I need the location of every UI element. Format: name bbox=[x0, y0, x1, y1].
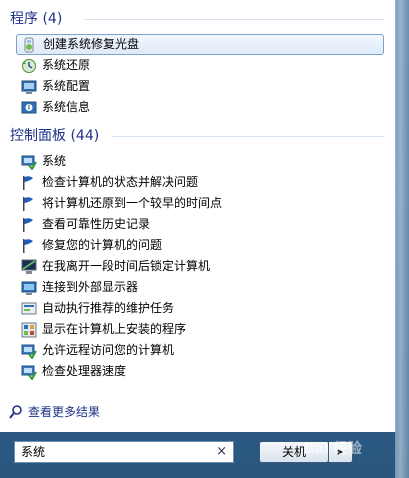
maintenance-icon bbox=[21, 301, 37, 317]
search-input[interactable]: 系统 × bbox=[14, 441, 234, 463]
cp-item-label: 检查处理器速度 bbox=[42, 364, 127, 378]
cp-item-system[interactable]: 系统 bbox=[16, 151, 384, 172]
display-icon bbox=[21, 280, 37, 296]
cp-item-processor-speed[interactable]: 检查处理器速度 bbox=[16, 361, 384, 382]
cp-item-external-display[interactable]: 连接到外部显示器 bbox=[16, 277, 384, 298]
flag-icon bbox=[21, 175, 37, 191]
clear-search-icon[interactable]: × bbox=[216, 442, 227, 462]
program-item-system-info[interactable]: 系统信息 bbox=[16, 97, 384, 118]
cp-item-reliability-history[interactable]: 查看可靠性历史记录 bbox=[16, 214, 384, 235]
cp-item-label: 连接到外部显示器 bbox=[42, 280, 139, 294]
cp-item-label: 在我离开一段时间后锁定计算机 bbox=[42, 259, 211, 273]
start-menu-results-panel: 程序 (4) 创建系统修复光盘 系统还原 系统配置 系统信息 控制面板 (44)… bbox=[0, 0, 396, 432]
cp-item-label: 检查计算机的状态并解决问题 bbox=[42, 175, 199, 189]
flag-icon bbox=[21, 217, 37, 233]
cp-item-label: 系统 bbox=[42, 154, 67, 168]
program-item-label: 创建系统修复光盘 bbox=[43, 37, 140, 51]
programs-icon bbox=[21, 322, 37, 338]
search-icon bbox=[8, 404, 24, 420]
programs-divider bbox=[84, 19, 385, 20]
search-value: 系统 bbox=[21, 445, 46, 459]
computer-check-icon bbox=[21, 364, 37, 381]
cp-item-label: 自动执行推荐的维护任务 bbox=[42, 301, 175, 315]
cp-item-label: 修复您的计算机的问题 bbox=[42, 238, 163, 252]
see-more-label: 查看更多结果 bbox=[28, 405, 101, 419]
control-panel-list: 系统 检查计算机的状态并解决问题 将计算机还原到一个较早的时间点 查看可靠性历史… bbox=[16, 151, 384, 382]
computer-check-icon bbox=[21, 154, 37, 171]
see-more-results-link[interactable]: 查看更多结果 bbox=[8, 404, 100, 420]
cp-item-remote-access[interactable]: 允许远程访问您的计算机 bbox=[16, 340, 384, 361]
program-item-label: 系统还原 bbox=[42, 58, 91, 72]
cp-item-maintenance[interactable]: 自动执行推荐的维护任务 bbox=[16, 298, 384, 319]
program-item-system-config[interactable]: 系统配置 bbox=[16, 76, 384, 97]
cp-item-installed-programs[interactable]: 显示在计算机上安装的程序 bbox=[16, 319, 384, 340]
program-item-repair-disc[interactable]: 创建系统修复光盘 bbox=[16, 34, 384, 55]
programs-header: 程序 (4) bbox=[10, 11, 63, 27]
cp-item-label: 查看可靠性历史记录 bbox=[42, 217, 151, 231]
program-item-label: 系统配置 bbox=[42, 79, 91, 93]
computer-check-icon bbox=[21, 343, 37, 360]
flag-icon bbox=[21, 238, 37, 254]
control-panel-header: 控制面板 (44) bbox=[10, 128, 100, 144]
cp-item-label: 显示在计算机上安装的程序 bbox=[42, 322, 187, 336]
window-frame-edge bbox=[395, 0, 409, 478]
programs-list: 创建系统修复光盘 系统还原 系统配置 系统信息 bbox=[16, 34, 384, 118]
system-config-icon bbox=[21, 79, 37, 95]
watermark-logo: Bai 经验 bbox=[304, 441, 362, 457]
control-panel-divider bbox=[112, 136, 385, 137]
cp-item-fix-problems[interactable]: 修复您的计算机的问题 bbox=[16, 235, 384, 256]
program-item-system-restore[interactable]: 系统还原 bbox=[16, 55, 384, 76]
flag-icon bbox=[21, 196, 37, 212]
cp-item-lock-computer[interactable]: 在我离开一段时间后锁定计算机 bbox=[16, 256, 384, 277]
cp-item-check-status[interactable]: 检查计算机的状态并解决问题 bbox=[16, 172, 384, 193]
system-restore-icon bbox=[21, 58, 37, 74]
repair-disc-icon bbox=[21, 37, 37, 53]
monitor-icon bbox=[21, 259, 37, 275]
program-item-label: 系统信息 bbox=[42, 100, 91, 114]
cp-item-label: 允许远程访问您的计算机 bbox=[42, 343, 175, 357]
system-info-icon bbox=[21, 100, 37, 116]
cp-item-label: 将计算机还原到一个较早的时间点 bbox=[42, 196, 223, 210]
cp-item-restore-point[interactable]: 将计算机还原到一个较早的时间点 bbox=[16, 193, 384, 214]
